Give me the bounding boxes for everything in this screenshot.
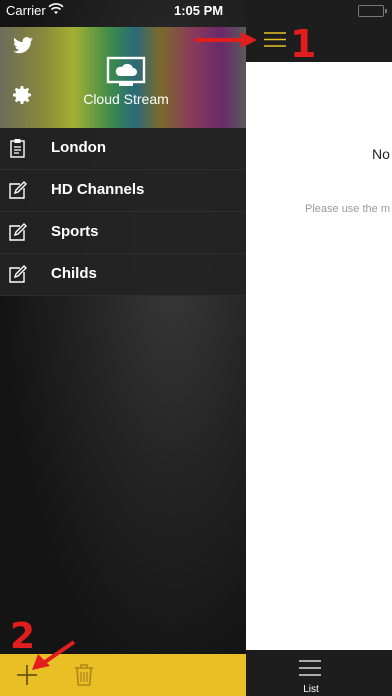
annotation-arrow-1-icon [195,32,257,48]
trash-icon[interactable] [74,663,94,687]
twitter-icon[interactable] [12,37,34,55]
edit-icon [8,222,28,242]
hamburger-menu-icon[interactable] [264,32,286,47]
sidebar-item-london[interactable]: London [0,128,246,170]
tab-list[interactable]: List [246,684,376,695]
tab-bar: List [246,650,392,696]
sidebar-item-childs[interactable]: Childs [0,254,246,296]
main-panel: No Please use the m List [246,0,392,696]
carrier-label: Carrier [6,3,46,18]
annotation-number-1: 1 [290,22,317,66]
sidebar-item-label: Sports [51,223,99,240]
sidebar-item-label: London [51,139,106,156]
sidebar-item-label: Childs [51,265,97,282]
wifi-icon [48,3,64,18]
list-icon[interactable] [299,660,321,676]
annotation-arrow-2-icon [32,640,76,670]
sidebar: Cloud Stream London HD Channels Sports C… [0,0,246,696]
status-bar: Carrier 1:05 PM [0,0,392,20]
cloud-tv-icon [106,56,146,88]
empty-state-hint: Please use the m [305,203,390,215]
app-title: Cloud Stream [83,91,169,107]
edit-icon [8,264,28,284]
empty-state-title: No [372,146,390,162]
annotation-number-2: 2 [10,616,36,657]
edit-icon [8,180,28,200]
sidebar-item-sports[interactable]: Sports [0,212,246,254]
sidebar-item-label: HD Channels [51,181,145,198]
clipboard-icon [8,138,28,158]
sidebar-item-hd-channels[interactable]: HD Channels [0,170,246,212]
clock-time: 1:05 PM [174,3,224,18]
sidebar-menu: London HD Channels Sports Childs [0,128,246,296]
battery-icon [358,5,387,17]
